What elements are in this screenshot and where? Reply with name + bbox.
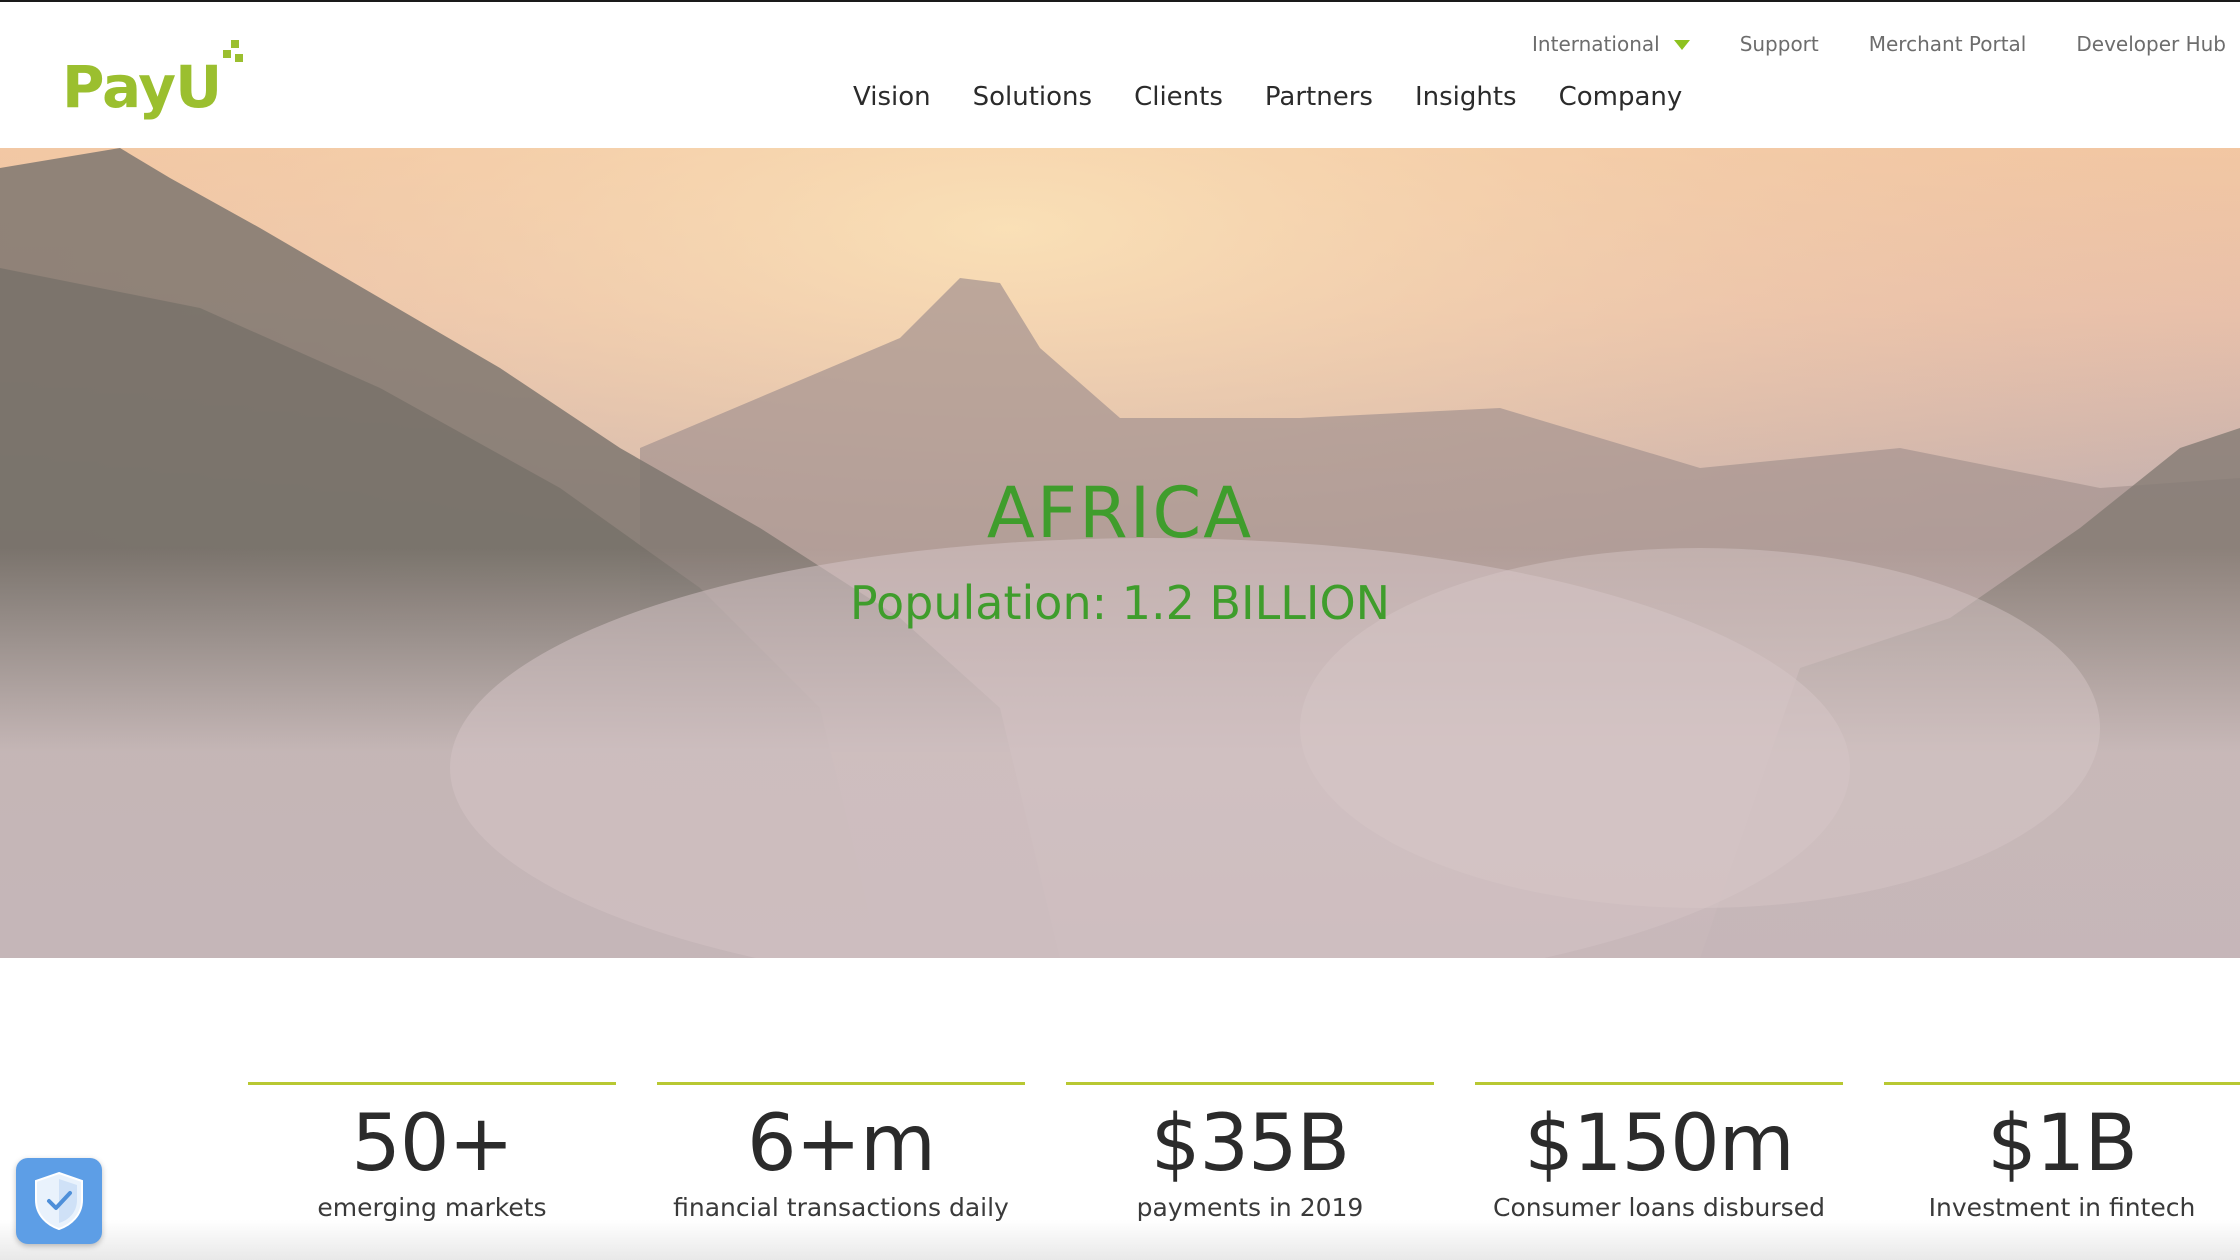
stat-card-payments: $35B payments in 2019 <box>1066 1082 1434 1222</box>
stat-value: $150m <box>1524 1099 1795 1189</box>
hero-subtitle: Population: 1.2 BILLION <box>849 576 1391 630</box>
stat-card-investment: $1B Investment in fintech <box>1884 1082 2240 1222</box>
nav-vision[interactable]: Vision <box>853 82 931 112</box>
stat-value: 6+m <box>747 1099 936 1189</box>
hero-banner: AFRICA Population: 1.2 BILLION <box>0 148 2240 958</box>
topnav-developer-hub[interactable]: Developer Hub <box>2076 32 2226 56</box>
stat-card-markets: 50+ emerging markets <box>248 1082 616 1222</box>
stat-value: $35B <box>1150 1099 1350 1189</box>
shield-check-icon <box>35 1171 83 1231</box>
bottom-fade <box>0 1220 2240 1260</box>
site-header: PayU International Support Merchant Port… <box>0 0 2240 148</box>
nav-insights[interactable]: Insights <box>1415 82 1517 112</box>
logo-dots-icon <box>223 40 245 80</box>
caret-down-icon <box>1673 40 1690 50</box>
stats-section: 50+ emerging markets 6+m financial trans… <box>0 958 2240 1260</box>
payu-logo[interactable]: PayU <box>62 36 245 116</box>
stat-label: emerging markets <box>317 1193 547 1222</box>
nav-solutions[interactable]: Solutions <box>973 82 1092 112</box>
nav-partners[interactable]: Partners <box>1265 82 1373 112</box>
stat-card-transactions: 6+m financial transactions daily <box>657 1082 1025 1222</box>
nav-clients[interactable]: Clients <box>1134 82 1223 112</box>
stat-label: payments in 2019 <box>1136 1193 1364 1222</box>
topnav-merchant-portal[interactable]: Merchant Portal <box>1869 32 2027 56</box>
stat-value: 50+ <box>351 1099 514 1189</box>
stat-label: financial transactions daily <box>673 1193 1009 1222</box>
topnav-international-label: International <box>1532 32 1660 56</box>
topnav-international[interactable]: International <box>1532 32 1690 56</box>
utility-nav: International Support Merchant Portal De… <box>1482 32 2226 56</box>
hero-title: AFRICA <box>986 472 1254 554</box>
privacy-shield-button[interactable] <box>16 1158 102 1244</box>
nav-company[interactable]: Company <box>1559 82 1683 112</box>
topnav-support[interactable]: Support <box>1740 32 1819 56</box>
stat-label: Investment in fintech <box>1928 1193 2196 1222</box>
stat-value: $1B <box>1987 1099 2138 1189</box>
stat-label: Consumer loans disbursed <box>1493 1193 1825 1222</box>
stat-card-loans: $150m Consumer loans disbursed <box>1475 1082 1843 1222</box>
logo-text: PayU <box>62 53 222 121</box>
main-nav: Vision Solutions Clients Partners Insigh… <box>853 82 1724 112</box>
